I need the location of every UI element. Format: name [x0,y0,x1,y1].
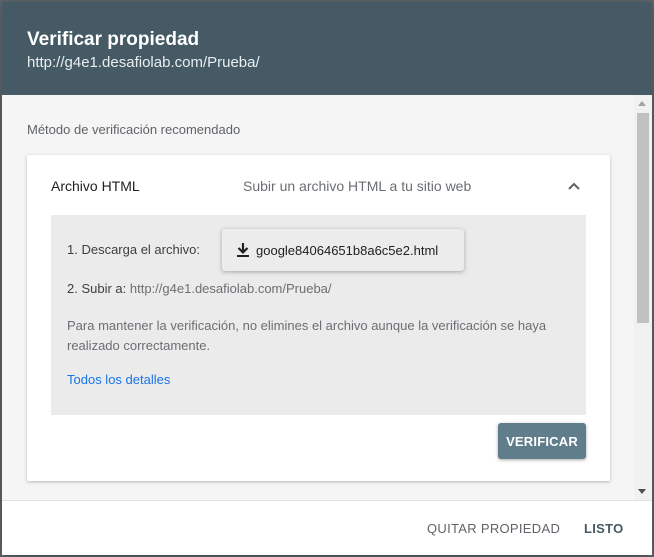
all-details-link[interactable]: Todos los detalles [67,372,170,387]
dialog-subtitle: http://g4e1.desafiolab.com/Prueba/ [27,54,260,71]
method-title: Archivo HTML [51,178,140,194]
download-file-button[interactable]: google84064651b8a6c5e2.html [222,229,464,271]
section-label: Método de verificación recomendado [27,122,241,137]
method-instructions-panel: 1. Descarga el archivo: google84064651b8… [51,215,586,415]
scroll-up-icon[interactable] [638,101,646,106]
dialog-content: Método de verificación recomendado Archi… [2,95,634,500]
step2-row: 2. Subir a: http://g4e1.desafiolab.com/P… [67,281,332,296]
step2-label: 2. Subir a: [67,281,127,296]
verify-property-dialog: Verificar propiedad http://g4e1.desafiol… [2,2,652,555]
verification-method-card: Archivo HTML Subir un archivo HTML a tu … [27,155,610,481]
chevron-up-icon [568,182,580,190]
dialog-title: Verificar propiedad [27,29,200,50]
step2-url: http://g4e1.desafiolab.com/Prueba/ [129,281,332,296]
verification-note: Para mantener la verificación, no elimin… [67,318,547,353]
done-button[interactable]: LISTO [584,521,624,536]
collapse-button[interactable] [561,173,587,199]
download-file-name: google84064651b8a6c5e2.html [256,242,439,258]
scroll-down-icon[interactable] [638,489,646,494]
dialog-header: Verificar propiedad http://g4e1.desafiol… [2,2,652,95]
download-icon [234,241,252,259]
verify-button[interactable]: VERIFICAR [498,423,586,459]
content-scrollbar[interactable] [634,95,652,500]
remove-property-button[interactable]: QUITAR PROPIEDAD [427,521,560,536]
step1-label: 1. Descarga el archivo: [67,242,200,257]
scroll-thumb[interactable] [637,113,649,323]
dialog-footer: QUITAR PROPIEDAD LISTO [2,500,652,555]
method-description: Subir un archivo HTML a tu sitio web [243,178,472,194]
